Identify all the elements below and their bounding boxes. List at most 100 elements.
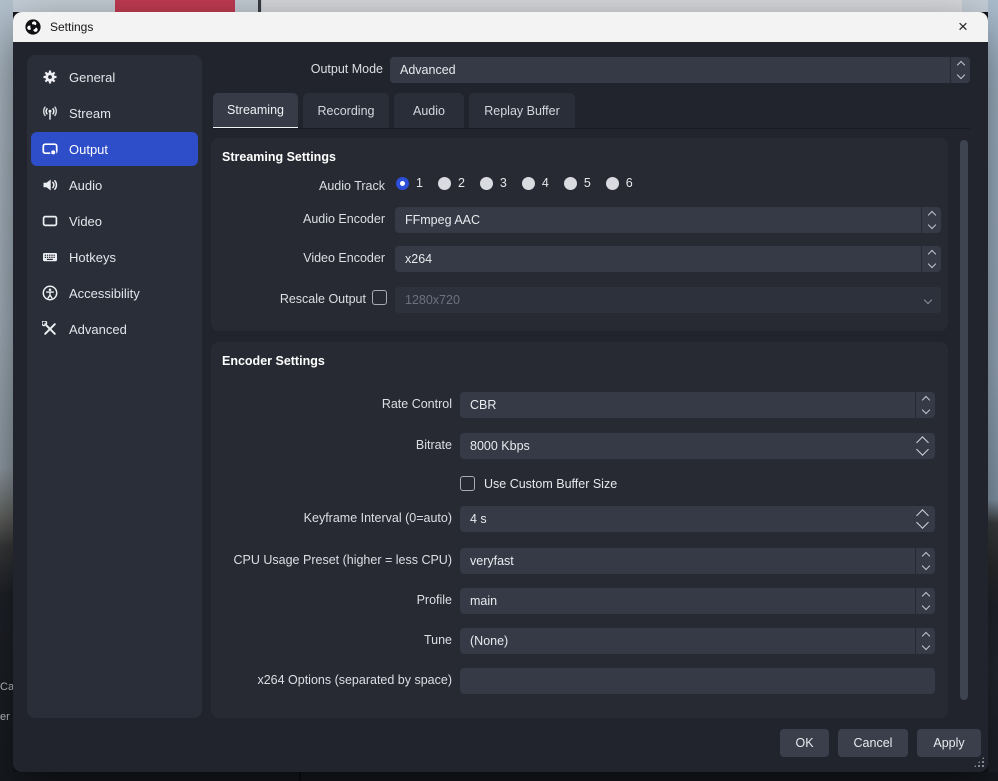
tab-label: Streaming [227,103,284,117]
tab-label: Recording [318,104,375,118]
settings-sidebar: General Stream [27,55,202,718]
ok-button[interactable]: OK [780,729,829,757]
audio-encoder-select[interactable]: FFmpeg AAC [395,207,941,233]
background-text-fragment: Ca [0,681,14,693]
sidebar-item-label: Audio [69,178,102,193]
rescale-output-checkbox[interactable] [372,290,387,305]
custom-buffer-label: Use Custom Buffer Size [484,477,617,491]
desktop-right-strip [988,0,998,781]
encoder-settings-panel: Encoder Settings Rate Control CBR Bitrat… [211,342,948,718]
sidebar-item-label: General [69,70,115,85]
tab-recording[interactable]: Recording [303,93,389,129]
sidebar-item-general[interactable]: General [31,60,198,94]
chevron-updown-icon[interactable] [915,548,935,574]
video-encoder-select[interactable]: x264 [395,246,941,272]
output-mode-select[interactable]: Advanced [390,57,970,83]
button-label: Cancel [854,736,893,750]
cpu-preset-value: veryfast [470,554,514,568]
sidebar-item-accessibility[interactable]: Accessibility [31,276,198,310]
sidebar-item-output[interactable]: Output [31,132,198,166]
cpu-preset-select[interactable]: veryfast [460,548,935,574]
tab-label: Replay Buffer [484,104,560,118]
rate-control-value: CBR [470,398,496,412]
radio-selected-icon [396,177,409,190]
accessibility-icon [42,285,58,301]
rate-control-select[interactable]: CBR [460,392,935,418]
vertical-scrollbar[interactable] [960,140,968,700]
sidebar-item-label: Accessibility [69,286,140,301]
tune-select[interactable]: (None) [460,628,935,654]
tab-streaming[interactable]: Streaming [213,93,298,129]
desktop-top-strip [0,0,998,12]
chevron-updown-icon[interactable] [950,57,970,83]
tab-label: Audio [413,104,445,118]
radio-label: 6 [626,176,633,190]
antenna-icon [42,105,58,121]
rate-control-label: Rate Control [211,397,452,411]
chevron-down-icon [924,296,932,304]
sidebar-item-advanced[interactable]: Advanced [31,312,198,346]
background-divider [258,0,261,12]
title-bar[interactable]: Settings × [13,12,988,42]
sidebar-item-video[interactable]: Video [31,204,198,238]
sidebar-item-hotkeys[interactable]: Hotkeys [31,240,198,274]
monitor-icon [42,213,58,229]
tab-replay-buffer[interactable]: Replay Buffer [469,93,575,129]
keyframe-interval-value: 4 s [470,512,487,526]
sidebar-item-label: Stream [69,106,111,121]
sidebar-item-audio[interactable]: Audio [31,168,198,202]
radio-track-3[interactable]: 3 [480,176,507,190]
rescale-resolution-select[interactable]: 1280x720 [395,287,941,313]
chevron-updown-icon[interactable] [915,392,935,418]
profile-value: main [470,594,497,608]
radio-label: 3 [500,176,507,190]
resize-grip[interactable] [973,756,985,768]
radio-icon [522,177,535,190]
close-icon[interactable]: × [948,15,978,39]
radio-label: 2 [458,176,465,190]
sidebar-item-stream[interactable]: Stream [31,96,198,130]
chevron-updown-icon[interactable] [915,588,935,614]
button-label: Apply [933,736,964,750]
chevron-updown-icon[interactable] [915,628,935,654]
output-mode-value: Advanced [400,63,456,77]
apply-button[interactable]: Apply [917,729,981,757]
background-text-fragment: er [0,711,10,723]
radio-icon [480,177,493,190]
radio-icon [564,177,577,190]
bitrate-value: 8000 Kbps [470,439,530,453]
chevron-updown-icon[interactable] [921,207,941,233]
cancel-button[interactable]: Cancel [838,729,908,757]
keyframe-interval-spinbox[interactable]: 4 s [460,506,935,532]
custom-buffer-checkbox[interactable] [460,476,475,491]
profile-select[interactable]: main [460,588,935,614]
radio-label: 5 [584,176,591,190]
output-mode-label: Output Mode [183,62,383,76]
radio-track-6[interactable]: 6 [606,176,633,190]
radio-track-2[interactable]: 2 [438,176,465,190]
button-label: OK [795,736,813,750]
sidebar-item-label: Hotkeys [69,250,116,265]
radio-label: 1 [416,176,423,190]
chevron-updown-icon[interactable] [921,246,941,272]
section-title: Streaming Settings [222,150,336,164]
radio-track-5[interactable]: 5 [564,176,591,190]
bitrate-spinbox[interactable]: 8000 Kbps [460,433,935,459]
keyframe-interval-label: Keyframe Interval (0=auto) [211,511,452,525]
obs-logo-icon [25,19,41,35]
sidebar-item-label: Video [69,214,102,229]
audio-encoder-label: Audio Encoder [211,212,385,226]
tab-audio[interactable]: Audio [394,93,464,129]
radio-track-1[interactable]: 1 [396,176,423,190]
audio-track-label: Audio Track [211,179,385,193]
x264-options-label: x264 Options (separated by space) [211,673,452,687]
cpu-preset-label: CPU Usage Preset (higher = less CPU) [211,553,452,567]
radio-track-4[interactable]: 4 [522,176,549,190]
gear-icon [42,69,58,85]
rescale-resolution-value: 1280x720 [405,293,460,307]
dialog-body: General Stream [13,42,988,772]
background-divider [299,772,301,781]
x264-options-input[interactable] [460,668,935,694]
audio-track-radio-group: 1 2 3 4 5 6 [396,176,633,190]
projector-icon [42,141,58,157]
